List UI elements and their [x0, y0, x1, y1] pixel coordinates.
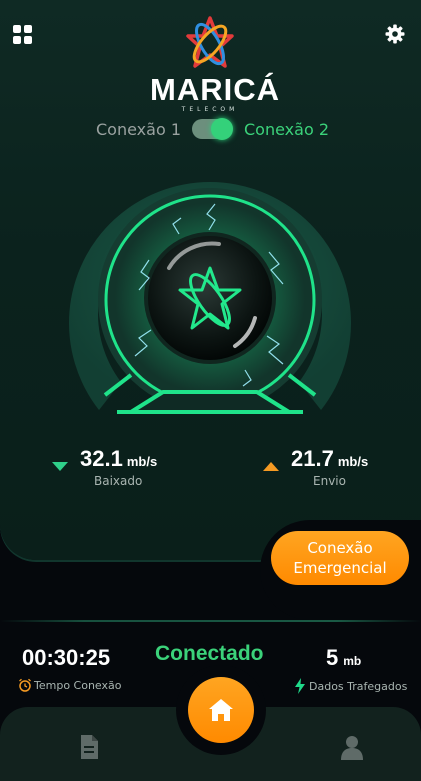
connection-2-label[interactable]: Conexão 2: [244, 120, 329, 139]
connection-status: Conectado: [155, 642, 264, 665]
connection-toggle[interactable]: [192, 118, 233, 140]
grid-icon[interactable]: [13, 25, 33, 45]
download-label: Baixado: [94, 474, 143, 488]
data-used-unit: mb: [343, 654, 362, 668]
download-speed-value: 32.1: [80, 446, 123, 471]
upload-speed: 21.7 mb/s: [291, 446, 368, 472]
upload-arrow-icon: [263, 462, 279, 471]
data-used: 5 mb: [326, 645, 361, 671]
download-speed-unit: mb/s: [126, 454, 158, 469]
connection-time-caption: Tempo Conexão: [18, 678, 121, 692]
connection-time: 00:30:25: [22, 645, 111, 670]
connection-time-label: Tempo Conexão: [34, 678, 122, 692]
gear-icon[interactable]: [385, 24, 405, 44]
document-icon[interactable]: [78, 734, 100, 760]
alarm-clock-icon: [19, 678, 31, 692]
toggle-knob: [211, 118, 233, 140]
logo-star-icon: [186, 16, 234, 68]
connection-1-label[interactable]: Conexão 1: [96, 120, 181, 139]
upload-label: Envio: [313, 474, 346, 488]
upload-speed-value: 21.7: [291, 446, 334, 471]
data-used-label: Dados Trafegados: [309, 679, 408, 693]
download-speed: 32.1 mb/s: [80, 446, 157, 472]
connection-orb[interactable]: [69, 160, 351, 450]
logo: MARICÁ TELECOM: [150, 14, 280, 114]
user-icon[interactable]: [340, 734, 364, 760]
upload-speed-unit: mb/s: [337, 454, 369, 469]
download-arrow-icon: [52, 462, 68, 471]
home-icon: [209, 699, 233, 721]
brand-subtitle: TELECOM: [181, 106, 239, 113]
home-button[interactable]: [188, 677, 254, 743]
lightning-icon: [295, 678, 305, 694]
data-used-value: 5: [326, 645, 339, 670]
data-used-caption: Dados Trafegados: [294, 678, 407, 694]
brand-name: MARICÁ: [150, 72, 280, 107]
divider: [0, 620, 421, 622]
emergency-connection-button[interactable]: Conexão Emergencial: [271, 531, 409, 585]
